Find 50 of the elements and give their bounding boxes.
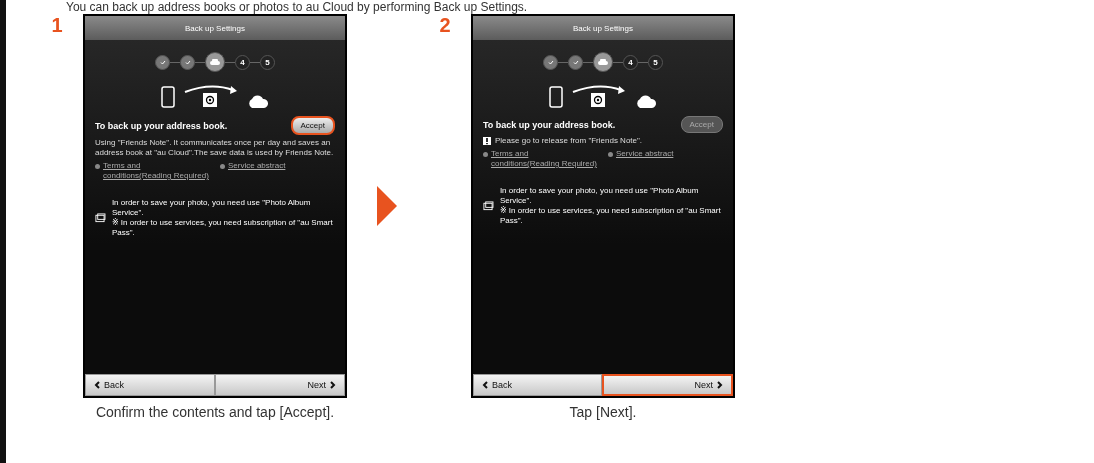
- back-button[interactable]: Back: [473, 374, 602, 396]
- photos-icon: [483, 201, 494, 211]
- info-text: ※ In order to use services, you need subscription of "au Smart Pass".: [499, 206, 722, 226]
- bullet-icon: [220, 164, 225, 169]
- notice-text: Using "Friends Note". It communicates once per day and saves an address book at "au Cloud".The save data is used by Friends Note.: [95, 138, 335, 158]
- cloud-step-icon: [205, 52, 225, 72]
- chevron-right-icon: [330, 381, 336, 389]
- step-number: 5: [260, 54, 275, 70]
- section-heading: To back up your address book.: [483, 119, 616, 130]
- arrow-right-icon: [377, 186, 397, 226]
- notice-text: Please go to release from "Friends Note".: [495, 136, 643, 146]
- phone-icon: [161, 86, 175, 108]
- photos-icon: [95, 213, 106, 223]
- step-number: 5: [648, 54, 663, 70]
- step-number: 4: [235, 54, 250, 70]
- info-text: ※ In order to use services, you need subscription of "au Smart Pass".: [111, 218, 334, 238]
- chevron-left-icon: [482, 381, 488, 389]
- link[interactable]: Service abstract: [616, 149, 674, 159]
- accept-button[interactable]: Accept: [290, 116, 335, 135]
- screen-title: Back up Settings: [184, 23, 245, 33]
- info-text: In order to save your photo, you need use "Photo Album Service".: [111, 198, 312, 218]
- step-number: 2: [439, 14, 451, 38]
- intro-text: You can back up address books or photos to au Cloud by performing Back up Settings.: [66, 0, 529, 14]
- cloud-step-icon: [593, 52, 613, 72]
- cloud-icon: [247, 94, 269, 108]
- step-number: 1: [51, 14, 63, 38]
- warning-icon: [483, 137, 491, 145]
- back-button[interactable]: Back: [85, 374, 215, 396]
- phone-icon: [549, 86, 563, 108]
- bullet-icon: [95, 164, 100, 169]
- cloud-icon: [635, 94, 657, 108]
- check-step-icon: [180, 54, 195, 70]
- step-caption: Confirm the contents and tap [Accept].: [95, 404, 335, 420]
- next-button[interactable]: Next: [215, 374, 345, 396]
- bullet-icon: [608, 152, 613, 157]
- chevron-left-icon: [94, 381, 100, 389]
- link[interactable]: Terms and conditions(Reading Required): [491, 149, 598, 169]
- info-text: In order to save your photo, you need use "Photo Album Service".: [499, 186, 700, 206]
- link[interactable]: Service abstract: [228, 161, 286, 171]
- section-heading: To back up your address book.: [95, 120, 228, 131]
- check-step-icon: [155, 54, 170, 70]
- check-step-icon: [543, 54, 558, 70]
- next-button[interactable]: Next: [602, 374, 733, 396]
- link[interactable]: Terms and conditions(Reading Required): [103, 161, 210, 181]
- step-caption: Tap [Next].: [569, 404, 637, 420]
- bullet-icon: [483, 152, 488, 157]
- check-step-icon: [568, 54, 583, 70]
- step-number: 4: [623, 54, 638, 70]
- chevron-right-icon: [717, 381, 723, 389]
- screen-title: Back up Settings: [572, 23, 633, 33]
